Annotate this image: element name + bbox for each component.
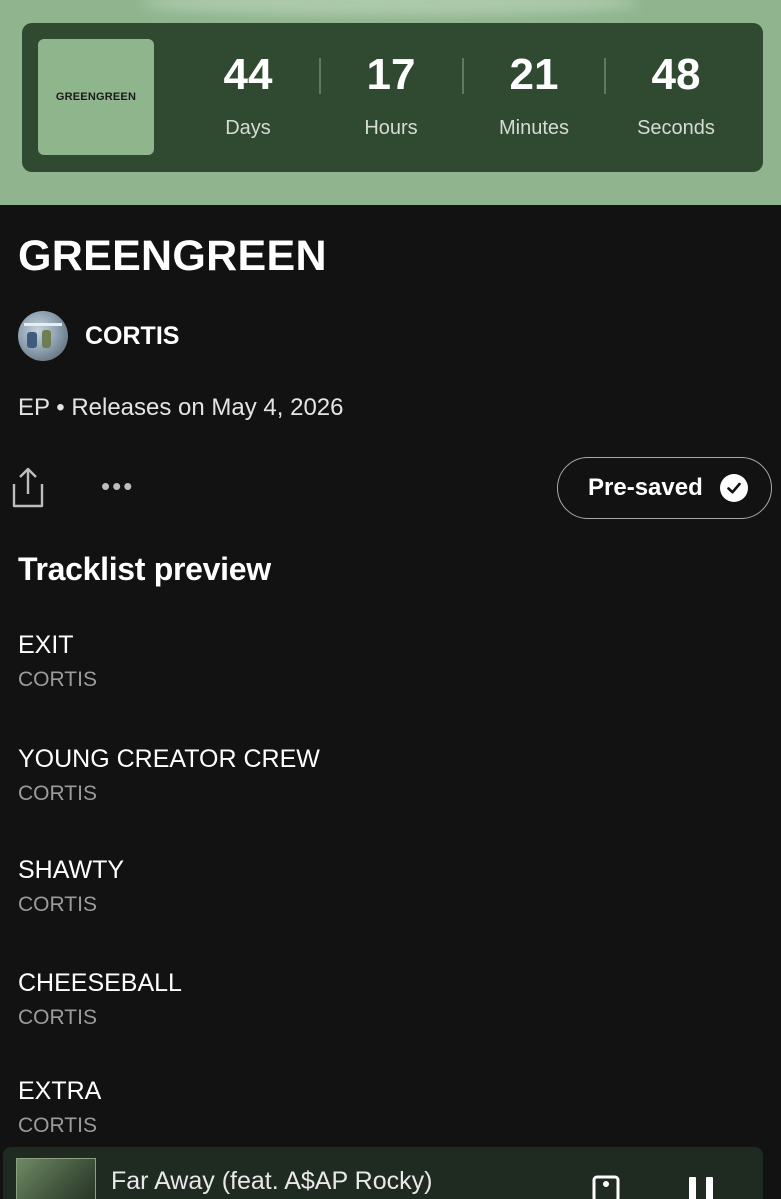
countdown-minutes: 21 Minutes xyxy=(469,53,599,140)
artist-link[interactable]: CORTIS xyxy=(18,311,179,361)
countdown-divider xyxy=(319,58,321,94)
page-title: GREENGREEN xyxy=(18,232,327,280)
mini-player[interactable]: Far Away (feat. A$AP Rocky) xyxy=(3,1147,763,1199)
track-row[interactable]: EXIT CORTIS xyxy=(18,631,97,692)
presave-button[interactable]: Pre-saved xyxy=(557,457,772,519)
tracklist-heading: Tracklist preview xyxy=(18,551,271,587)
artist-avatar[interactable] xyxy=(18,311,68,361)
countdown-divider xyxy=(604,58,606,94)
seconds-value: 48 xyxy=(651,50,701,99)
track-row[interactable]: CHEESEBALL CORTIS xyxy=(18,969,182,1030)
hours-value: 17 xyxy=(366,50,416,99)
track-row[interactable]: SHAWTY CORTIS xyxy=(18,856,124,917)
countdown-hours: 17 Hours xyxy=(326,53,456,140)
more-options-button[interactable]: ••• xyxy=(101,473,141,499)
track-artist: CORTIS xyxy=(18,1006,97,1029)
release-meta: EP • Releases on May 4, 2026 xyxy=(18,394,344,421)
share-icon xyxy=(12,467,44,508)
track-artist: CORTIS xyxy=(18,782,97,805)
days-value: 44 xyxy=(223,50,273,99)
hours-label: Hours xyxy=(364,117,418,139)
track-row[interactable]: YOUNG CREATOR CREW CORTIS xyxy=(18,745,320,806)
now-playing-artwork xyxy=(16,1158,96,1199)
check-circle-icon xyxy=(719,474,748,502)
track-title: YOUNG CREATOR CREW xyxy=(18,745,320,773)
track-title: SHAWTY xyxy=(18,856,125,884)
banner-glow xyxy=(140,0,640,16)
countdown-seconds: 48 Seconds xyxy=(611,53,741,140)
cover-art: GREENGREEN xyxy=(38,39,154,155)
now-playing-title[interactable]: Far Away (feat. A$AP Rocky) xyxy=(111,1167,432,1196)
share-button[interactable] xyxy=(8,462,48,510)
countdown-days: 44 Days xyxy=(183,53,313,140)
track-title: CHEESEBALL xyxy=(18,969,182,997)
release-page: GREENGREEN 44 Days 17 Hours 21 Minutes 4… xyxy=(0,0,781,1199)
countdown-card: GREENGREEN 44 Days 17 Hours 21 Minutes 4… xyxy=(22,23,763,172)
track-artist: CORTIS xyxy=(18,1114,97,1137)
track-artist: CORTIS xyxy=(18,668,97,691)
minutes-value: 21 xyxy=(509,50,559,99)
pause-icon[interactable] xyxy=(689,1177,719,1199)
track-title: EXIT xyxy=(18,631,74,659)
countdown-divider xyxy=(462,58,464,94)
minutes-label: Minutes xyxy=(498,117,570,139)
artist-name[interactable]: CORTIS xyxy=(85,322,179,351)
connect-device-icon[interactable] xyxy=(592,1174,622,1199)
track-row[interactable]: EXTRA CORTIS xyxy=(18,1077,101,1138)
track-artist: CORTIS xyxy=(18,893,97,916)
days-label: Days xyxy=(225,117,271,139)
seconds-label: Seconds xyxy=(637,117,715,139)
cover-text: GREENGREEN xyxy=(55,91,137,103)
presave-label: Pre-saved xyxy=(588,474,703,501)
countdown-banner: GREENGREEN 44 Days 17 Hours 21 Minutes 4… xyxy=(0,0,781,205)
track-title: EXTRA xyxy=(18,1077,102,1105)
